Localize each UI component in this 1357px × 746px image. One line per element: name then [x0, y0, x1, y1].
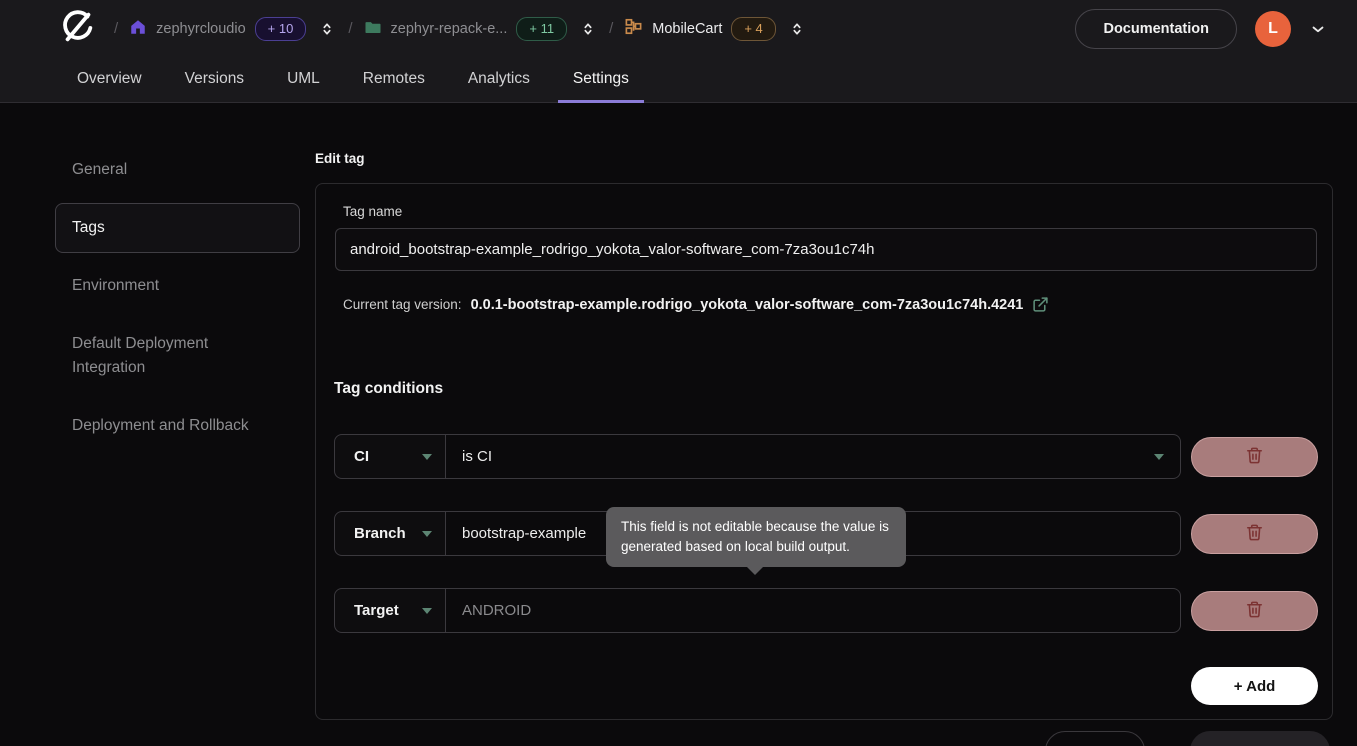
delete-condition-button[interactable]	[1191, 514, 1318, 554]
project-unfold-icon[interactable]	[578, 18, 598, 40]
settings-sidebar: General Tags Environment Default Deploym…	[55, 145, 300, 459]
not-editable-tooltip: This field is not editable because the v…	[606, 507, 906, 567]
org-unfold-icon[interactable]	[317, 18, 337, 40]
condition-value-select-ci[interactable]: is CI	[446, 434, 1181, 479]
app-nodes-icon	[624, 17, 643, 40]
tab-versions[interactable]: Versions	[170, 57, 259, 103]
org-name: zephyrcloudio	[156, 21, 245, 37]
delete-condition-button[interactable]	[1191, 437, 1318, 477]
condition-row-target: Target	[334, 588, 1318, 633]
project-count-badge: + 11	[516, 17, 567, 41]
user-avatar[interactable]: L	[1255, 11, 1291, 47]
tab-overview[interactable]: Overview	[62, 57, 157, 103]
chevron-down-icon	[1154, 454, 1164, 460]
trash-icon	[1245, 446, 1264, 468]
external-link-icon[interactable]	[1032, 296, 1049, 313]
edit-tag-card: Tag name Current tag version: 0.0.1-boot…	[315, 183, 1333, 720]
breadcrumb-org[interactable]: zephyrcloudio + 10	[129, 17, 306, 41]
tag-name-label: Tag name	[343, 204, 402, 219]
add-condition-button[interactable]: + Add	[1191, 667, 1318, 705]
footer-filled-button[interactable]	[1190, 731, 1330, 746]
current-version-value: 0.0.1-bootstrap-example.rodrigo_yokota_v…	[471, 297, 1024, 313]
breadcrumb-project[interactable]: zephyr-repack-e... + 11	[364, 17, 568, 41]
condition-type-label: Target	[354, 602, 399, 619]
condition-type-select-ci[interactable]: CI	[334, 434, 446, 479]
application-name: MobileCart	[652, 21, 722, 37]
sidebar-item-tags[interactable]: Tags	[55, 203, 300, 253]
tab-remotes[interactable]: Remotes	[348, 57, 440, 103]
delete-condition-button[interactable]	[1191, 591, 1318, 631]
sidebar-item-environment[interactable]: Environment	[55, 261, 300, 311]
org-count-badge: + 10	[255, 17, 307, 41]
main-nav-tabs: Overview Versions UML Remotes Analytics …	[62, 57, 644, 103]
zephyr-logo-icon	[59, 8, 97, 51]
app-root: / zephyrcloudio + 10 / zephyr-rep	[0, 0, 1357, 746]
tab-analytics[interactable]: Analytics	[453, 57, 545, 103]
project-name: zephyr-repack-e...	[391, 21, 508, 37]
page-title: Edit tag	[315, 151, 365, 166]
zephyr-logo[interactable]	[58, 9, 98, 49]
breadcrumb: / zephyrcloudio + 10 / zephyr-rep	[114, 17, 807, 41]
home-icon	[129, 18, 147, 40]
sidebar-item-default-deployment-integration[interactable]: Default Deployment Integration	[55, 319, 300, 393]
condition-type-label: CI	[354, 448, 369, 465]
header-actions: Documentation L	[1075, 9, 1327, 49]
folder-icon	[364, 18, 382, 40]
current-version-row: Current tag version: 0.0.1-bootstrap-exa…	[343, 296, 1049, 313]
trash-icon	[1245, 600, 1264, 622]
tag-name-input[interactable]	[335, 228, 1317, 271]
sidebar-item-deployment-and-rollback[interactable]: Deployment and Rollback	[55, 401, 300, 451]
breadcrumb-separator: /	[114, 20, 118, 37]
tag-conditions-title: Tag conditions	[334, 380, 443, 398]
breadcrumb-separator: /	[609, 20, 613, 37]
condition-type-select-branch[interactable]: Branch	[334, 511, 446, 556]
sidebar-item-general[interactable]: General	[55, 145, 300, 195]
chevron-down-icon	[422, 608, 432, 614]
current-version-label: Current tag version:	[343, 297, 462, 312]
footer-outline-button[interactable]	[1045, 731, 1145, 746]
top-header: / zephyrcloudio + 10 / zephyr-rep	[0, 0, 1357, 103]
trash-icon	[1245, 523, 1264, 545]
condition-type-label: Branch	[354, 525, 406, 542]
condition-value-label: is CI	[462, 448, 492, 465]
header-top-row: / zephyrcloudio + 10 / zephyr-rep	[0, 0, 1357, 58]
target-value-input[interactable]	[462, 602, 1164, 619]
tab-settings[interactable]: Settings	[558, 57, 644, 103]
breadcrumb-separator: /	[348, 20, 352, 37]
condition-group-target: Target	[334, 588, 1181, 633]
breadcrumb-application[interactable]: MobileCart + 4	[624, 17, 776, 41]
tab-uml[interactable]: UML	[272, 57, 335, 103]
application-count-badge: + 4	[731, 17, 775, 41]
condition-type-select-target[interactable]: Target	[334, 588, 446, 633]
condition-value-field-target	[446, 588, 1181, 633]
documentation-button[interactable]: Documentation	[1075, 9, 1237, 49]
chevron-down-icon	[422, 454, 432, 460]
chevron-down-icon	[422, 531, 432, 537]
condition-row-ci: CI is CI	[334, 434, 1318, 479]
application-unfold-icon[interactable]	[787, 18, 807, 40]
user-menu-chevron-down-icon[interactable]	[1309, 20, 1327, 38]
condition-group-ci: CI is CI	[334, 434, 1181, 479]
